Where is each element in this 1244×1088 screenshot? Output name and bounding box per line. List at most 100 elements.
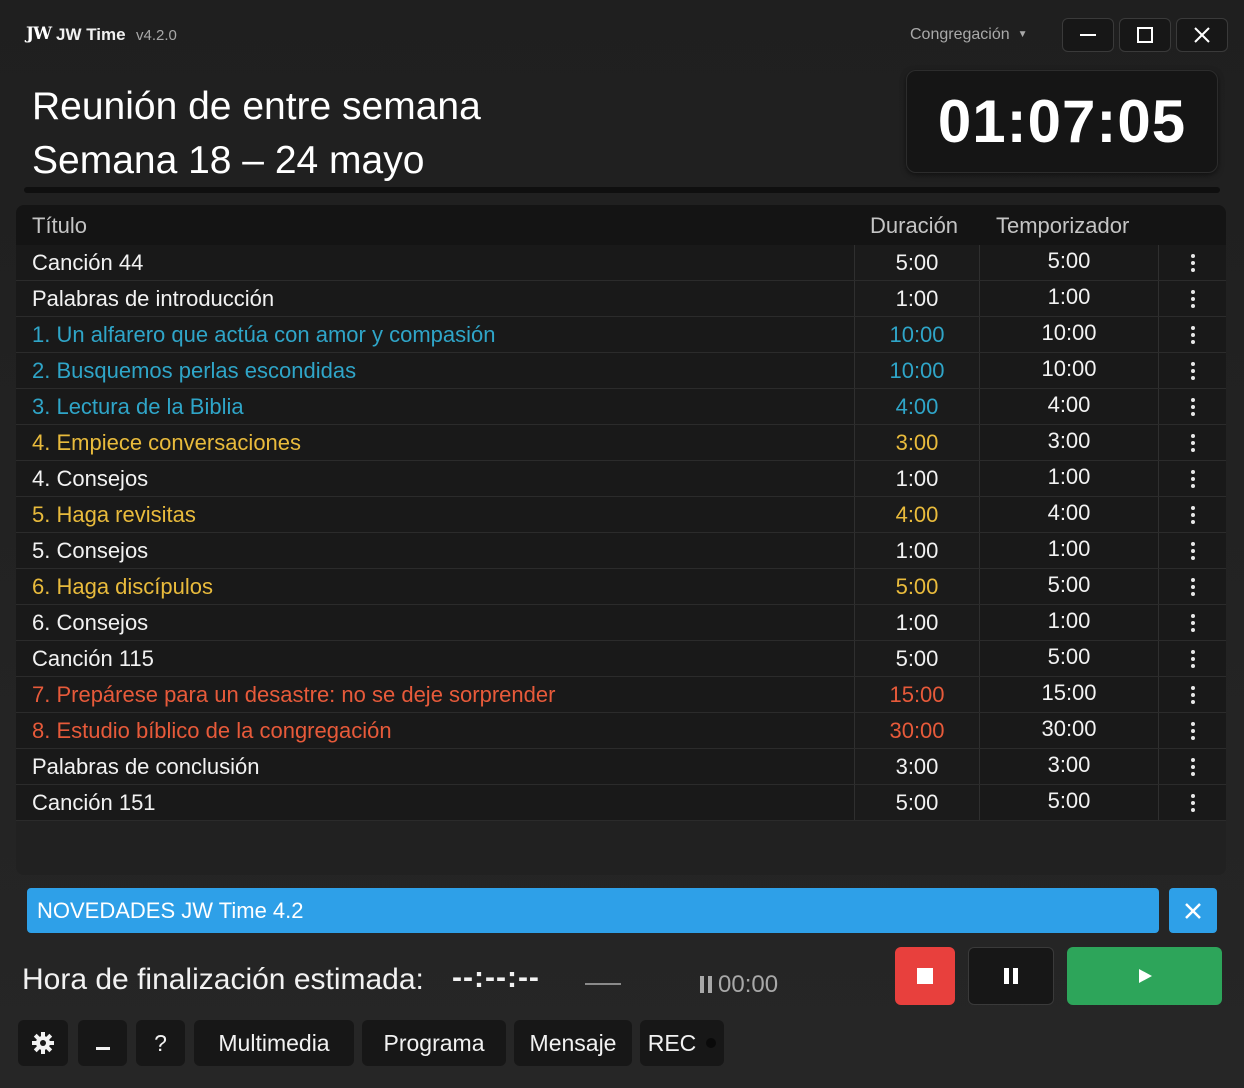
row-menu-button[interactable]	[1158, 245, 1226, 280]
row-menu-button[interactable]	[1158, 749, 1226, 784]
row-title: 2. Busquemos perlas escondidas	[32, 358, 357, 383]
clock-display: 01:07:05	[906, 70, 1218, 173]
row-timer[interactable]: 15:00	[980, 675, 1158, 710]
row-title: 3. Lectura de la Biblia	[32, 394, 244, 419]
play-button[interactable]	[1067, 947, 1222, 1005]
message-button[interactable]: Mensaje	[514, 1020, 632, 1066]
row-title: 4. Empiece conversaciones	[32, 430, 302, 455]
row-timer[interactable]: 4:00	[980, 495, 1158, 530]
meeting-week: Semana 18 – 24 mayo	[32, 139, 425, 182]
multimedia-button[interactable]: Multimedia	[194, 1020, 354, 1066]
table-row[interactable]: 3. Lectura de la Biblia 4:00 4:00	[16, 389, 1226, 425]
table-row[interactable]: 2. Busquemos perlas escondidas 10:00 10:00	[16, 353, 1226, 389]
settings-button[interactable]	[18, 1020, 68, 1066]
more-vertical-icon	[1190, 289, 1195, 308]
row-timer[interactable]: 1:00	[980, 603, 1158, 638]
gear-icon	[32, 1032, 54, 1054]
row-timer[interactable]: 4:00	[980, 387, 1158, 422]
row-timer[interactable]: 3:00	[980, 423, 1158, 458]
row-menu-button[interactable]	[1158, 281, 1226, 316]
row-menu-button[interactable]	[1158, 785, 1226, 820]
table-row[interactable]: Canción 115 5:00 5:00	[16, 641, 1226, 677]
more-vertical-icon	[1190, 253, 1195, 272]
news-text: NOVEDADES JW Time 4.2	[37, 897, 304, 923]
row-title: 5. Consejos	[32, 538, 149, 563]
row-timer[interactable]: 5:00	[980, 567, 1158, 602]
table-row[interactable]: Canción 44 5:00 5:00	[16, 245, 1226, 281]
row-timer[interactable]: 10:00	[980, 315, 1158, 350]
record-indicator-icon	[706, 1038, 717, 1048]
row-timer[interactable]: 5:00	[980, 243, 1158, 278]
help-button[interactable]: ?	[136, 1020, 185, 1066]
row-menu-button[interactable]	[1158, 317, 1226, 352]
more-vertical-icon	[1190, 397, 1195, 416]
row-menu-button[interactable]	[1158, 605, 1226, 640]
row-timer[interactable]: 5:00	[980, 639, 1158, 674]
maximize-window-button[interactable]	[1119, 18, 1171, 52]
close-window-button[interactable]	[1176, 18, 1228, 52]
table-row[interactable]: 5. Consejos 1:00 1:00	[16, 533, 1226, 569]
row-duration: 30:00	[854, 713, 980, 748]
table-row[interactable]: 4. Consejos 1:00 1:00	[16, 461, 1226, 497]
row-timer[interactable]: 1:00	[980, 279, 1158, 314]
row-menu-button[interactable]	[1158, 497, 1226, 532]
close-icon	[1194, 27, 1210, 43]
minimize-panel-button[interactable]	[78, 1020, 127, 1066]
more-vertical-icon	[1190, 649, 1195, 668]
row-timer[interactable]: 5:00	[980, 783, 1158, 818]
table-row[interactable]: 5. Haga revisitas 4:00 4:00	[16, 497, 1226, 533]
minimize-icon	[1080, 34, 1096, 36]
row-title: 1. Un alfarero que actúa con amor y comp…	[32, 322, 496, 347]
table-row[interactable]: 4. Empiece conversaciones 3:00 3:00	[16, 425, 1226, 461]
row-title: 6. Haga discípulos	[32, 574, 213, 599]
row-menu-button[interactable]	[1158, 389, 1226, 424]
table-row[interactable]: 6. Consejos 1:00 1:00	[16, 605, 1226, 641]
row-duration: 5:00	[854, 245, 980, 280]
table-row[interactable]: Palabras de conclusión 3:00 3:00	[16, 749, 1226, 785]
row-timer[interactable]: 30:00	[980, 711, 1158, 746]
row-menu-button[interactable]	[1158, 713, 1226, 748]
more-vertical-icon	[1190, 793, 1195, 812]
row-menu-button[interactable]	[1158, 533, 1226, 568]
more-vertical-icon	[1190, 613, 1195, 632]
program-table: Título Duración Temporizador Canción 44 5…	[16, 205, 1226, 875]
row-menu-button[interactable]	[1158, 677, 1226, 712]
row-duration: 4:00	[854, 389, 980, 424]
table-row[interactable]: 8. Estudio bíblico de la congregación 30:…	[16, 713, 1226, 749]
more-vertical-icon	[1190, 757, 1195, 776]
more-vertical-icon	[1190, 325, 1195, 344]
pause-timer-value: 00:00	[718, 971, 779, 998]
row-menu-button[interactable]	[1158, 461, 1226, 496]
congregation-select-label: Congregación	[910, 26, 1010, 43]
row-menu-button[interactable]	[1158, 425, 1226, 460]
row-title: Palabras de conclusión	[32, 754, 260, 779]
more-vertical-icon	[1190, 577, 1195, 596]
table-row[interactable]: Palabras de introducción 1:00 1:00	[16, 281, 1226, 317]
estimated-end-delta	[585, 983, 621, 985]
pause-icon	[700, 976, 712, 993]
row-duration: 1:00	[854, 281, 980, 316]
estimated-end-value: --:--:--	[452, 961, 540, 994]
news-close-button[interactable]	[1169, 888, 1217, 933]
program-button[interactable]: Programa	[362, 1020, 506, 1066]
row-timer[interactable]: 1:00	[980, 531, 1158, 566]
close-icon	[1185, 902, 1201, 919]
row-timer[interactable]: 3:00	[980, 747, 1158, 782]
row-title: 6. Consejos	[32, 610, 149, 635]
pause-button[interactable]	[968, 947, 1054, 1005]
table-row[interactable]: 6. Haga discípulos 5:00 5:00	[16, 569, 1226, 605]
row-timer[interactable]: 1:00	[980, 459, 1158, 494]
table-row[interactable]: 7. Prepárese para un desastre: no se dej…	[16, 677, 1226, 713]
row-menu-button[interactable]	[1158, 641, 1226, 676]
news-banner[interactable]: NOVEDADES JW Time 4.2	[27, 888, 1159, 933]
table-row[interactable]: Canción 151 5:00 5:00	[16, 785, 1226, 821]
congregation-select[interactable]: Congregación ▼	[910, 26, 1028, 44]
row-menu-button[interactable]	[1158, 569, 1226, 604]
rec-button[interactable]: REC	[640, 1020, 724, 1066]
row-timer[interactable]: 10:00	[980, 351, 1158, 386]
table-row[interactable]: 1. Un alfarero que actúa con amor y comp…	[16, 317, 1226, 353]
row-menu-button[interactable]	[1158, 353, 1226, 388]
stop-button[interactable]	[895, 947, 955, 1005]
minimize-window-button[interactable]	[1062, 18, 1114, 52]
row-duration: 5:00	[854, 569, 980, 604]
